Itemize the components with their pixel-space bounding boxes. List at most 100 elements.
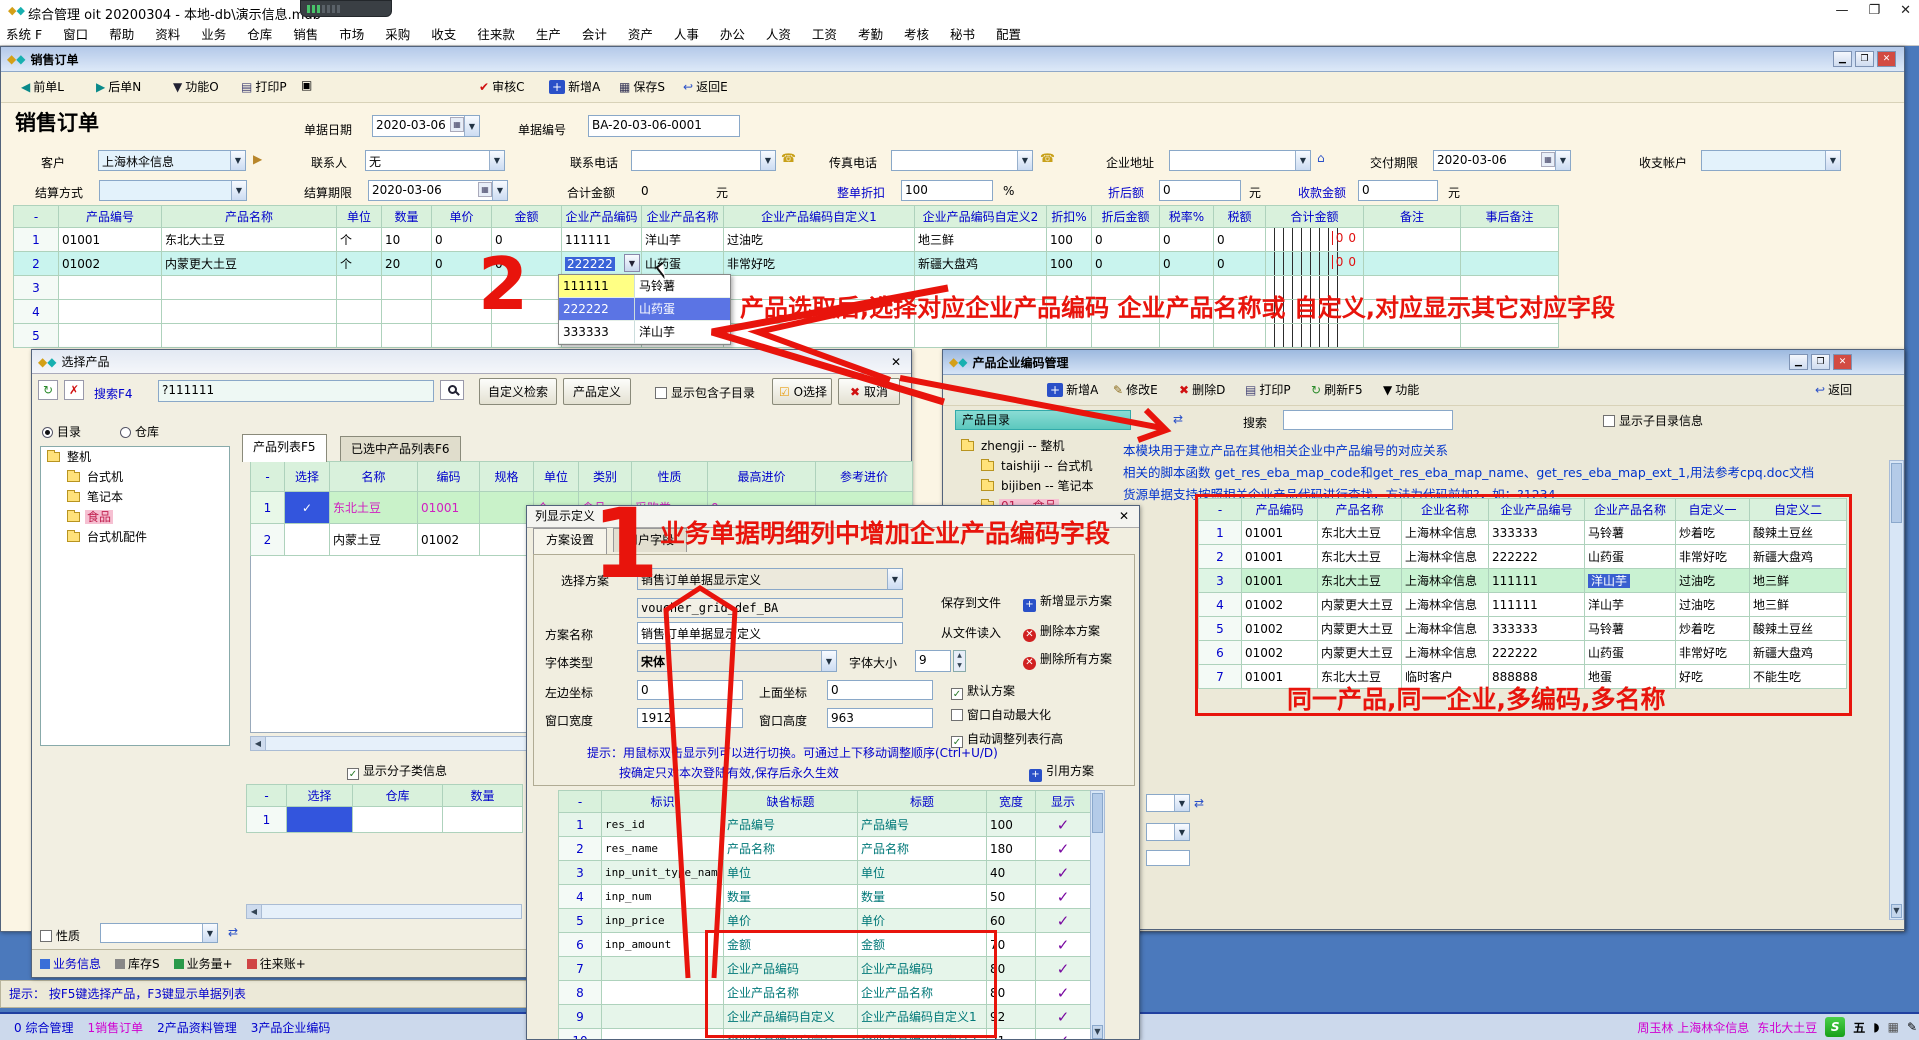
include-subdir-checkbox[interactable]: 显示包含子目录 — [655, 384, 755, 401]
print-button[interactable]: ▤打印P — [1245, 381, 1291, 398]
search-input[interactable]: ?111111 — [158, 380, 434, 402]
phone-icon[interactable]: ☎ — [1040, 151, 1055, 165]
swap-icon[interactable]: ⇄ — [1173, 412, 1183, 426]
ime-logo[interactable]: S — [1825, 1017, 1845, 1037]
back-button[interactable]: ↩返回 — [1815, 381, 1852, 398]
tree-item[interactable]: 台式机 — [41, 467, 229, 487]
dropdown-item[interactable]: 333333 洋山芋 — [559, 321, 730, 344]
minimize-icon[interactable]: ▁ — [1789, 354, 1808, 370]
settle-combo[interactable]: ▼ — [99, 180, 247, 201]
menu-item[interactable]: 考勤 — [858, 24, 883, 43]
custom-search-button[interactable]: 自定义检索 — [479, 378, 557, 405]
next-doc-button[interactable]: ▶后单N — [96, 78, 141, 95]
search-input[interactable] — [1283, 410, 1453, 430]
font-combo[interactable]: 宋体▼ — [637, 650, 837, 672]
apply-plan-button[interactable]: +引用方案 — [1029, 762, 1094, 782]
minimize-icon[interactable]: ▁ — [1833, 51, 1852, 67]
show-subclass-checkbox[interactable]: ✓显示分子类信息 — [347, 762, 447, 780]
search-icon[interactable] — [440, 380, 464, 400]
horizontal-scrollbar[interactable]: ◀ — [246, 904, 522, 919]
radio-directory[interactable]: 目录 — [42, 423, 81, 440]
table-row[interactable]: 1 01001 东北大土豆 上海林伞信息 333333 马铃薯 炒着吃 酸辣土豆… — [1199, 521, 1847, 545]
cancel-button[interactable]: ✖ 取消 — [838, 378, 900, 405]
plan-name-input[interactable]: 销售订单单据显示定义 — [637, 622, 903, 644]
top-coord-input[interactable]: 0 — [827, 680, 933, 700]
menu-item[interactable]: 市场 — [339, 24, 364, 43]
deliver-date-field[interactable]: 2020-03-06▦▼ — [1433, 150, 1571, 171]
tree-item[interactable]: zhengji -- 整机 — [955, 436, 1107, 456]
close-icon[interactable]: ✕ — [1900, 3, 1911, 18]
menu-item[interactable]: 生产 — [536, 24, 561, 43]
delete-button[interactable]: ✖删除D — [1179, 381, 1225, 398]
auto-maximize-checkbox[interactable]: 窗口自动最大化 — [951, 706, 1051, 723]
table-row[interactable]: 6 inp_amount 金额 金额 70 ✓ — [559, 933, 1091, 957]
table-row[interactable]: 3 01001 东北大土豆 上海林伞信息 111111 洋山芋 过油吃 地三鲜 — [1199, 569, 1847, 593]
tab-stock[interactable]: 库存S — [115, 955, 160, 972]
address-combo[interactable]: ▼ — [1169, 150, 1311, 171]
table-row[interactable]: 1 — [247, 807, 523, 833]
contact-combo[interactable]: 无▼ — [365, 150, 505, 171]
table-row[interactable]: 4 inp_num 数量 数量 50 ✓ — [559, 885, 1091, 909]
tree-item[interactable]: 整机 — [41, 447, 229, 467]
receive-field[interactable]: 0 — [1358, 180, 1438, 201]
table-row[interactable]: 7 01001 东北大土豆 临时客户 888888 地蛋 好吃 不能生吃 — [1199, 665, 1847, 689]
chevron-down-icon[interactable]: ▼ — [624, 254, 640, 272]
back-button[interactable]: ↩返回E — [683, 78, 728, 95]
recording-indicator[interactable] — [300, 0, 392, 17]
audit-button[interactable]: ✔审核C — [479, 78, 524, 95]
table-row[interactable]: 2 01002 内蒙更大土豆 个 20 0 0 222222▼ 山药蛋 非常好吃… — [14, 252, 1559, 276]
table-row[interactable]: 5 inp_price 单价 单价 60 ✓ — [559, 909, 1091, 933]
close-icon[interactable]: ✕ — [1877, 51, 1896, 67]
enterprise-code-titlebar[interactable]: ◆◆ 产品企业编码管理 ▁ ❐ ✕ — [943, 350, 1904, 375]
dropdown-item[interactable]: 111111 马铃薯 — [559, 275, 730, 298]
select-plan-combo[interactable]: 销售订单单据显示定义▼ — [637, 568, 903, 590]
table-row[interactable]: 5 01002 内蒙更大土豆 上海林伞信息 333333 马铃薯 炒着吃 酸辣土… — [1199, 617, 1847, 641]
dropdown-item[interactable]: 222222 山药蛋 — [559, 298, 730, 321]
ime-mode[interactable]: 五 — [1853, 1019, 1865, 1036]
table-row[interactable]: 2 res_name 产品名称 产品名称 180 ✓ — [559, 837, 1091, 861]
table-row[interactable]: 1 res_id 产品编号 产品编号 100 ✓ — [559, 813, 1091, 837]
doc-no-field[interactable]: BA-20-03-06-0001 — [588, 115, 740, 137]
discount-field[interactable]: 100 — [901, 180, 993, 201]
table-row[interactable]: 7 企业产品编码 企业产品编码 80 ✓ — [559, 957, 1091, 981]
customer-combo[interactable]: 上海林伞信息▼ — [98, 150, 246, 171]
save-button[interactable]: ▦保存S — [619, 78, 665, 95]
read-from-file-button[interactable]: 从文件读入 — [941, 624, 1001, 641]
menu-item[interactable]: 仓库 — [247, 24, 272, 43]
printer-icon[interactable]: ▣ — [301, 78, 312, 92]
table-row[interactable]: 8 企业产品名称 企业产品名称 80 ✓ — [559, 981, 1091, 1005]
edit-button[interactable]: ✎修改E — [1113, 381, 1158, 398]
menu-item[interactable]: 配置 — [996, 24, 1021, 43]
maximize-icon[interactable]: ❐ — [1868, 3, 1880, 18]
vertical-scrollbar[interactable]: ▼ — [1090, 790, 1105, 1040]
table-row[interactable]: 1 01001 东北大土豆 个 10 0 0 111111▼ 洋山芋 过油吃 地… — [14, 228, 1559, 252]
phone-combo[interactable]: ▼ — [631, 150, 776, 171]
fax-combo[interactable]: ▼ — [891, 150, 1033, 171]
delete-plan-button[interactable]: ✕删除本方案 — [1023, 622, 1100, 642]
functions-button[interactable]: ▼功能O — [173, 78, 219, 95]
left-coord-input[interactable]: 0 — [637, 680, 743, 700]
pen-icon[interactable]: ✎ — [1907, 1020, 1917, 1034]
refresh-button[interactable]: ↻刷新F5 — [1311, 381, 1363, 398]
tab-user-fields[interactable]: 用户字段 — [613, 528, 687, 552]
phone-icon[interactable]: ☎ — [781, 151, 796, 165]
maximize-icon[interactable]: ❐ — [1811, 354, 1830, 370]
tab-business-volume[interactable]: 业务量+ — [174, 955, 233, 972]
menu-item[interactable]: 系统 F — [6, 24, 42, 43]
taskbar-item[interactable]: 1销售订单 — [87, 1019, 143, 1036]
account-combo[interactable]: ▼ — [1701, 150, 1841, 171]
menu-item[interactable]: 资产 — [628, 24, 653, 43]
vertical-scrollbar[interactable]: ▼ — [1889, 460, 1904, 920]
add-button[interactable]: +新增A — [1047, 381, 1098, 398]
customer-pointer-icon[interactable]: ▶ — [253, 152, 262, 166]
print-button[interactable]: ▤打印P — [241, 78, 287, 95]
after-discount-field[interactable]: 0 — [1159, 180, 1241, 201]
taskbar-item[interactable]: 2产品资料管理 — [157, 1019, 237, 1036]
select-button[interactable]: ☑ O选择 — [772, 378, 832, 405]
add-button[interactable]: +新增A — [549, 78, 600, 95]
table-row[interactable]: 2 01001 东北大土豆 上海林伞信息 222222 山药蛋 非常好吃 新疆大… — [1199, 545, 1847, 569]
tab-selected-list[interactable]: 已选中产品列表F6 — [340, 436, 461, 462]
font-size-input[interactable]: 9 — [915, 650, 951, 672]
tree-item[interactable]: 笔记本 — [41, 487, 229, 507]
default-plan-checkbox[interactable]: ✓默认方案 — [951, 682, 1015, 700]
